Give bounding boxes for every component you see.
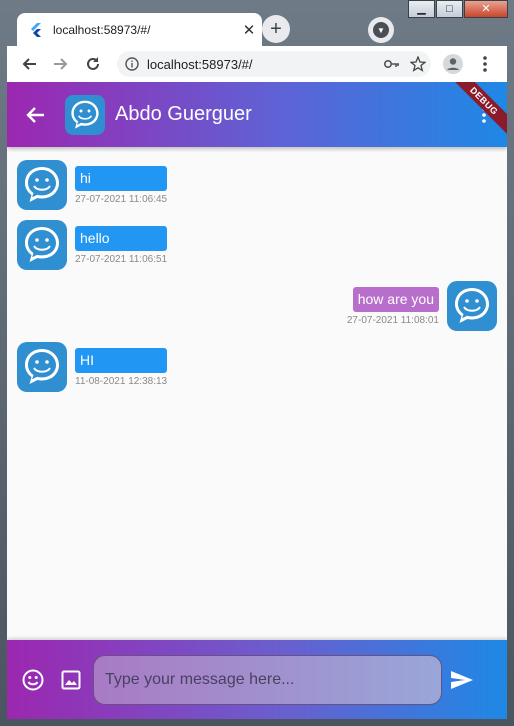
key-icon[interactable] [379,59,405,69]
star-icon[interactable] [405,56,431,72]
message-item: hi 27-07-2021 11:06:45 [17,160,175,210]
message-body: HI 11-08-2021 12:38:13 [75,348,168,392]
message-input[interactable] [93,655,442,705]
arrow-right-icon [54,58,68,70]
forward-nav-button[interactable] [45,48,77,80]
emoji-button[interactable] [20,667,46,693]
message-bubble[interactable]: hello [75,226,168,251]
chat-smile-icon [447,281,497,331]
info-icon[interactable] [125,57,139,71]
message-item: how are you 27-07-2021 11:08:01 [339,281,497,331]
message-list: hi 27-07-2021 11:06:45 hello 27-07-2021 … [7,147,507,640]
close-tab-icon[interactable]: ✕ [236,21,262,39]
message-composer [7,640,507,719]
message-timestamp: 27-07-2021 11:08:01 [346,315,439,326]
chat-smile-icon [17,342,67,392]
new-tab-button[interactable]: + [262,15,290,43]
reload-button[interactable] [77,48,109,80]
back-button[interactable] [7,82,63,147]
chat-app: Abdo Guerguer DEBUG hi 27-07-2021 11:06:… [7,82,507,719]
menu-button[interactable] [469,48,501,80]
url-text[interactable]: localhost:58973/#/ [147,57,379,72]
profile-button[interactable] [437,48,469,80]
browser-tab[interactable]: localhost:58973/#/ ✕ [17,13,262,46]
profile-icon [443,54,463,74]
message-body: hello 27-07-2021 11:06:51 [75,226,168,270]
message-timestamp: 27-07-2021 11:06:51 [75,254,168,265]
tab-search-button[interactable]: ▼ [368,17,394,43]
toolbar-right [437,48,501,80]
message-bubble[interactable]: HI [75,348,168,373]
emoji-icon [22,669,44,691]
browser-toolbar: localhost:58973/#/ [7,46,507,82]
message-timestamp: 27-07-2021 11:06:45 [75,194,168,205]
send-button[interactable] [449,667,475,693]
browser-window: ▁ □ ✕ localhost:58973/#/ ✕ + ▼ localhost… [0,0,514,726]
chat-smile-icon [17,220,67,270]
flutter-icon [31,22,41,37]
chat-smile-icon [17,160,67,210]
image-button[interactable] [58,667,84,693]
app-bar: Abdo Guerguer DEBUG [7,82,507,147]
arrow-left-icon [26,106,44,123]
message-timestamp: 11-08-2021 12:38:13 [75,376,168,387]
message-bubble[interactable]: how are you [352,287,439,312]
message-body: how are you 27-07-2021 11:08:01 [347,287,439,331]
message-body: hi 27-07-2021 11:06:45 [75,166,168,210]
avatar [65,94,105,135]
send-icon [451,671,473,689]
back-nav-button[interactable] [13,48,45,80]
message-item: HI 11-08-2021 12:38:13 [17,342,175,392]
image-icon [61,670,81,690]
kebab-menu-icon [483,56,487,72]
tab-title: localhost:58973/#/ [53,22,151,37]
address-bar[interactable]: localhost:58973/#/ [117,51,431,77]
arrow-left-icon [22,58,36,70]
tab-strip: localhost:58973/#/ ✕ + ▼ [7,10,507,46]
reload-icon [87,57,99,70]
chevron-down-icon: ▼ [373,22,389,38]
message-item: hello 27-07-2021 11:06:51 [17,220,175,270]
message-bubble[interactable]: hi [75,166,168,191]
page-title: Abdo Guerguer [115,103,252,125]
